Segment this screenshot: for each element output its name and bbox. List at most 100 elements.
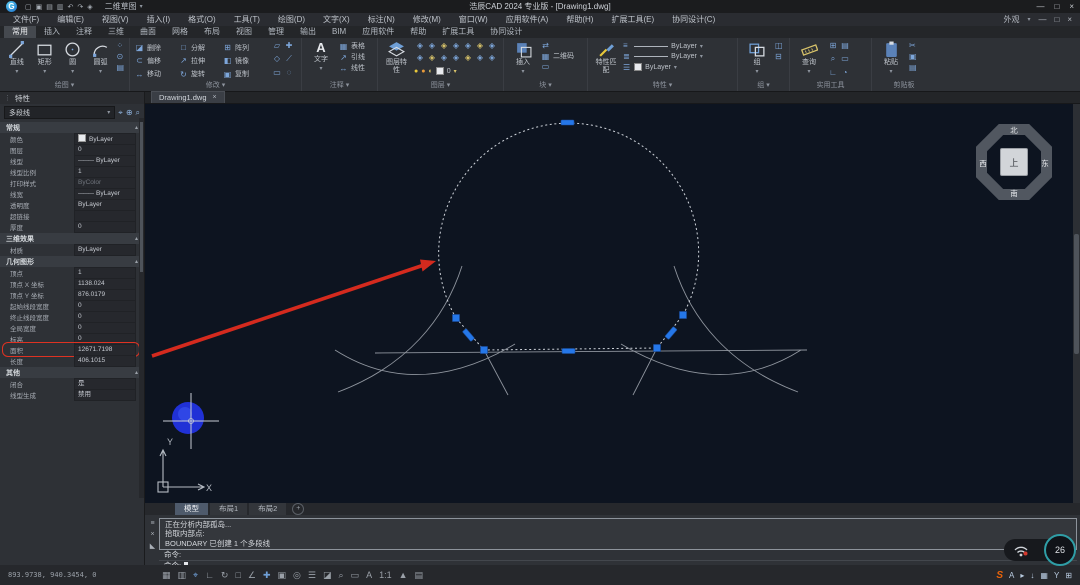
panel-tool-icon[interactable]: ⌕ xyxy=(136,108,140,118)
group-label-draw[interactable]: 绘图 ▾ xyxy=(0,81,129,91)
property-value[interactable]: 406.1015 xyxy=(74,355,136,367)
tray-icon[interactable]: ▦ xyxy=(1040,571,1048,580)
insert-block-button[interactable]: 插入▾ xyxy=(509,41,537,80)
grip-points[interactable] xyxy=(453,120,687,354)
linetype-icons[interactable]: ≡≣☰ xyxy=(623,41,630,80)
modify-button[interactable]: ◪ 删除 xyxy=(135,41,179,54)
modify-button[interactable]: ↻ 旋转 xyxy=(179,68,223,81)
block-tool-button[interactable]: ▭ xyxy=(541,62,574,71)
collapse-icon[interactable]: ▴ xyxy=(135,124,138,131)
menu-item[interactable]: 扩展工具(E) xyxy=(602,13,663,26)
group-extra-icons[interactable]: ◫⊟ xyxy=(775,41,783,80)
modify-extra-icon[interactable]: ▭ xyxy=(271,68,283,81)
section-header-general[interactable]: 常规▴ xyxy=(0,122,144,133)
modify-button[interactable]: ▣ 复制 xyxy=(223,68,267,81)
layer-color-swatch[interactable] xyxy=(436,67,444,75)
document-tab[interactable]: Drawing1.dwg × xyxy=(151,91,225,103)
menu-item[interactable]: 帮助(H) xyxy=(557,13,602,26)
ribbon-tab[interactable]: 应用软件 xyxy=(354,26,402,38)
qat-icon[interactable]: ↷ xyxy=(77,3,83,11)
status-toggle-icon[interactable]: A xyxy=(366,570,372,581)
layer-tool-icon[interactable]: ◈ xyxy=(438,53,450,65)
status-toggle-icon[interactable]: 1:1 xyxy=(379,570,392,581)
modify-button[interactable]: ⊂ 偏移 xyxy=(135,54,179,67)
status-toggle-icon[interactable]: ∠ xyxy=(248,570,256,581)
modify-extra-icon[interactable]: ⟋ xyxy=(283,54,295,67)
layout-tab[interactable]: 模型 xyxy=(175,503,208,515)
command-gutter-icon[interactable]: ≡ xyxy=(148,520,157,527)
status-toggle-icon[interactable]: ☰ xyxy=(308,570,316,581)
menu-item[interactable]: 插入(I) xyxy=(138,13,180,26)
qat-icon[interactable]: ↶ xyxy=(68,3,74,11)
tray-icon[interactable]: ↓ xyxy=(1030,571,1034,580)
rectangle-button[interactable]: 矩形▾ xyxy=(33,41,57,80)
measure-button[interactable]: 查询▾ xyxy=(795,41,823,80)
ribbon-tab[interactable]: 注释 xyxy=(68,26,100,38)
copy-base-icon[interactable]: ▤ xyxy=(909,63,917,72)
line-button[interactable]: 直线▾ xyxy=(5,41,29,80)
qat-icon[interactable]: ◈ xyxy=(87,3,92,11)
tray-icon[interactable]: Y xyxy=(1054,571,1059,580)
maximize-button[interactable]: □ xyxy=(1054,2,1059,11)
modify-extra-icon[interactable]: ✚ xyxy=(283,41,295,54)
doc-minimize-button[interactable]: — xyxy=(1038,15,1046,24)
modify-extra-icon[interactable]: ▱ xyxy=(271,41,283,54)
layer-tool-icon[interactable]: ◈ xyxy=(414,53,426,65)
status-toggle-icon[interactable]: ▤ xyxy=(415,570,424,581)
menu-item[interactable]: 标注(N) xyxy=(359,13,404,26)
menu-item[interactable]: 文字(X) xyxy=(314,13,359,26)
layer-tool-icon[interactable]: ◈ xyxy=(486,41,498,53)
annotate-button[interactable]: ↗ 引线 xyxy=(339,52,365,62)
ribbon-tab[interactable]: 扩展工具 xyxy=(434,26,482,38)
status-toggle-icon[interactable]: ▲ xyxy=(399,570,408,581)
doc-restore-button[interactable]: □ xyxy=(1054,15,1059,24)
status-toggle-icon[interactable]: □ xyxy=(235,570,240,581)
ribbon-tab[interactable]: 布局 xyxy=(196,26,228,38)
collapse-icon[interactable]: ▴ xyxy=(135,235,138,242)
annotate-button[interactable]: ↔ 线性 xyxy=(339,63,365,73)
layer-freeze-icon[interactable]: ● xyxy=(421,68,425,75)
arc-button[interactable]: 圆弧▾ xyxy=(89,41,113,80)
modify-button[interactable]: ◧ 镜像 xyxy=(223,54,267,67)
utility-icon[interactable]: ∟ xyxy=(827,68,839,81)
property-value[interactable]: 0 xyxy=(74,221,136,233)
utility-icon[interactable]: ▤ xyxy=(839,41,851,54)
block-tool-button[interactable]: ▦ 二维码 xyxy=(541,51,574,61)
compass-south[interactable]: 南 xyxy=(1008,188,1020,199)
command-gutter-icon[interactable]: ◣ xyxy=(148,542,157,550)
tray-icon[interactable]: S xyxy=(996,570,1003,581)
collapse-icon[interactable]: ▴ xyxy=(135,258,138,265)
status-toggle-icon[interactable]: ▥ xyxy=(178,570,187,581)
group-label-utilities[interactable]: 实用工具 xyxy=(790,81,871,91)
object-type-select[interactable]: 多段线 ▾ xyxy=(4,106,115,119)
property-value[interactable]: 禁用 xyxy=(74,389,136,401)
app-logo-icon[interactable]: G xyxy=(6,1,17,12)
overlay-badge[interactable]: 26 xyxy=(1044,534,1076,566)
doc-close-button[interactable]: × xyxy=(1067,15,1072,24)
network-overlay-widget[interactable]: 26 xyxy=(1004,534,1076,568)
status-toggle-icon[interactable]: ▭ xyxy=(351,570,360,581)
utility-icon[interactable]: ⊞ xyxy=(827,41,839,54)
color-control[interactable]: ByLayer▾ xyxy=(634,43,726,50)
group-label-block[interactable]: 块 ▾ xyxy=(504,81,587,91)
drag-handle-icon[interactable]: ⋮ xyxy=(4,94,11,102)
selected-polyline[interactable] xyxy=(439,123,699,350)
ribbon-tab[interactable]: 管理 xyxy=(260,26,292,38)
group-label-clipboard[interactable]: 剪贴板 xyxy=(872,81,936,91)
panel-header[interactable]: ⋮ 特性 xyxy=(0,92,144,104)
layer-tool-icon[interactable]: ◈ xyxy=(426,53,438,65)
circle-button[interactable]: 圆▾ xyxy=(61,41,85,80)
tray-icon[interactable]: A xyxy=(1009,571,1014,580)
status-toggle-icon[interactable]: ▦ xyxy=(162,570,171,581)
draw-extra-icons[interactable]: ⁘⊙▤ xyxy=(116,41,124,80)
section-header-misc[interactable]: 其他▴ xyxy=(0,367,144,378)
group-label-modify[interactable]: 修改 ▾ xyxy=(130,81,301,91)
close-icon[interactable]: × xyxy=(213,94,217,101)
compass-east[interactable]: 东 xyxy=(1039,158,1051,169)
layer-tool-icon[interactable]: ◈ xyxy=(474,53,486,65)
compass-top-face[interactable]: 上 xyxy=(1000,148,1028,176)
menu-item[interactable]: 编辑(E) xyxy=(48,13,93,26)
ribbon-tab[interactable]: 协同设计 xyxy=(482,26,530,38)
group-label-layers[interactable]: 图层 ▾ xyxy=(378,81,503,91)
status-toggle-icon[interactable]: ◪ xyxy=(323,570,332,581)
